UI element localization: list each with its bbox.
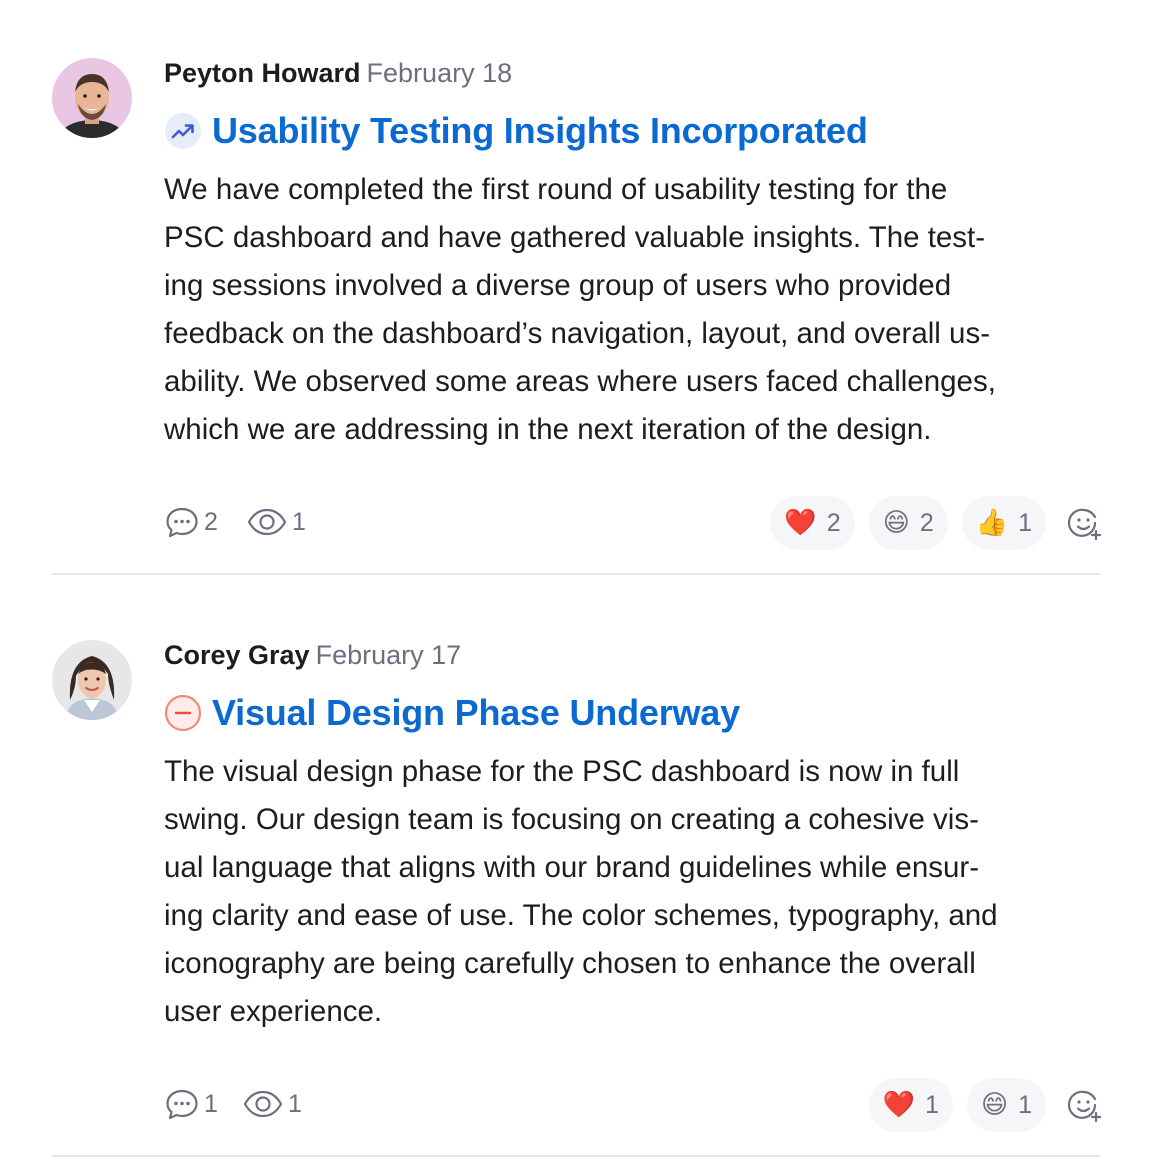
body-line: We have completed the first round of usa…: [164, 173, 948, 206]
heart-emoji: ❤️: [882, 1090, 916, 1120]
reaction-heart[interactable]: ❤️ 1: [868, 1078, 953, 1132]
body-line: iconography are being carefully chosen t…: [164, 947, 976, 980]
body-line: which we are addressing in the next iter…: [164, 413, 932, 446]
updates-feed: Peyton Howard February 18 Usability Testi…: [0, 0, 1160, 1160]
reaction-grin[interactable]: 😄 1: [966, 1078, 1046, 1132]
body-line: ing clarity and ease of use. The color s…: [164, 899, 998, 932]
body-line: swing. Our design team is focusing on cr…: [164, 803, 979, 836]
grin-emoji: 😄: [882, 508, 910, 538]
reactions-bar: ❤️ 2 😄 2 👍 1: [756, 496, 1104, 550]
author-name[interactable]: Peyton Howard: [164, 58, 361, 88]
post-date: February 18: [366, 58, 513, 88]
add-reaction-icon: [1067, 1090, 1102, 1123]
reaction-thumbs-up[interactable]: 👍 1: [961, 496, 1046, 550]
comments-button[interactable]: 1: [164, 1086, 218, 1122]
grin-emoji: 😄: [980, 1090, 1009, 1120]
post-title-link[interactable]: Visual Design Phase Underway: [212, 692, 740, 734]
add-reaction-button[interactable]: [1064, 1085, 1104, 1125]
trending-up-icon: [164, 112, 202, 150]
post-body: The visual design phase for the PSC dash…: [164, 748, 1094, 1036]
reaction-count: 2: [826, 508, 841, 537]
add-reaction-button[interactable]: [1064, 503, 1104, 543]
update-post: Peyton Howard February 18 Usability Testi…: [0, 0, 1160, 582]
comment-count: 2: [204, 507, 218, 536]
views-button[interactable]: 1: [246, 504, 306, 540]
view-count: 1: [292, 507, 306, 536]
reaction-grin[interactable]: 😄 2: [868, 496, 948, 550]
divider: [52, 1155, 1100, 1157]
comment-icon: [166, 1089, 198, 1120]
views-button[interactable]: 1: [242, 1086, 302, 1122]
body-line: PSC dashboard and have gathered valuable…: [164, 221, 986, 254]
body-line: ing sessions involved a diverse group of…: [164, 269, 952, 302]
body-line: The visual design phase for the PSC dash…: [164, 755, 960, 788]
reaction-heart[interactable]: ❤️ 2: [770, 496, 855, 550]
add-reaction-icon: [1067, 508, 1102, 541]
heart-emoji: ❤️: [784, 508, 817, 538]
thumbs-up-emoji: 👍: [975, 508, 1009, 538]
post-footer: 2 1 ❤️ 2 😄 2 👍 1: [164, 496, 1104, 550]
comment-count: 1: [204, 1089, 218, 1118]
body-line: user experience.: [164, 995, 383, 1028]
avatar[interactable]: [52, 58, 132, 138]
avatar[interactable]: [52, 640, 132, 720]
post-footer: 1 1 ❤️ 1 😄 1: [164, 1078, 1104, 1132]
reaction-count: 1: [1018, 508, 1032, 537]
view-count: 1: [288, 1089, 302, 1118]
reaction-count: 1: [1018, 1090, 1032, 1119]
eye-icon: [247, 508, 287, 536]
post-meta: Peyton Howard February 18: [164, 56, 512, 90]
minus-circle-icon: [164, 694, 202, 732]
reactions-bar: ❤️ 1 😄 1: [855, 1078, 1104, 1132]
divider: [52, 573, 1100, 575]
post-date: February 17: [315, 640, 462, 670]
comments-button[interactable]: 2: [164, 504, 218, 540]
eye-icon: [243, 1090, 283, 1118]
reaction-count: 1: [925, 1090, 939, 1119]
body-line: ability. We observed some areas where us…: [164, 365, 996, 398]
comment-icon: [166, 507, 198, 538]
reaction-count: 2: [919, 508, 934, 537]
post-meta: Corey Gray February 17: [164, 638, 461, 672]
author-name[interactable]: Corey Gray: [164, 640, 310, 670]
post-body: We have completed the first round of usa…: [164, 166, 1094, 454]
body-line: feedback on the dashboard’s navigation, …: [164, 317, 991, 350]
post-title-link[interactable]: Usability Testing Insights Incorporated: [212, 110, 868, 152]
body-line: ual language that aligns with our brand …: [164, 851, 980, 884]
post-title-row: Usability Testing Insights Incorporated: [164, 108, 868, 154]
update-post: Corey Gray February 17 Visual Design Phas…: [0, 582, 1160, 1164]
post-title-row: Visual Design Phase Underway: [164, 690, 740, 736]
